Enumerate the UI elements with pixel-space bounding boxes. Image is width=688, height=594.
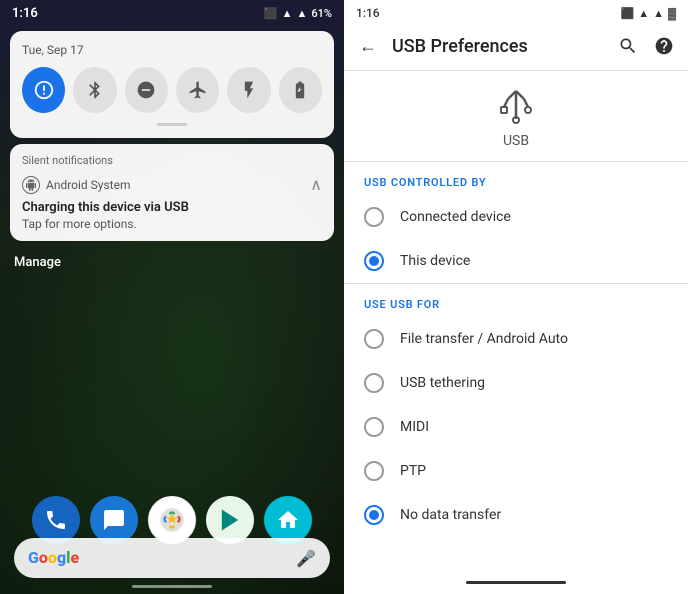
messages-app-icon[interactable] xyxy=(90,496,138,544)
this-device-label: This device xyxy=(400,253,470,269)
time-left: 1:16 xyxy=(12,6,38,21)
cast-icon-right: ⬛ xyxy=(620,7,634,20)
option-file-transfer[interactable]: File transfer / Android Auto xyxy=(344,317,688,361)
status-bar-right: 1:16 ⬛ ▲ ▲ ▓ xyxy=(344,0,688,24)
quick-settings-card: Tue, Sep 17 xyxy=(10,31,334,138)
top-actions xyxy=(612,30,680,62)
ptp-label: PTP xyxy=(400,463,426,479)
photos-app-icon[interactable] xyxy=(148,496,196,544)
google-logo: Google xyxy=(28,550,79,566)
help-button[interactable] xyxy=(648,30,680,62)
airplane-tile[interactable] xyxy=(176,67,219,113)
home-indicator-left xyxy=(132,585,212,588)
radio-no-data-transfer-fill xyxy=(369,510,379,520)
midi-label: MIDI xyxy=(400,419,429,435)
notif-title: Charging this device via USB xyxy=(22,200,322,215)
android-icon xyxy=(22,176,40,194)
usb-symbol-icon xyxy=(496,87,536,127)
phone-app-icon[interactable] xyxy=(32,496,80,544)
radio-ptp[interactable] xyxy=(364,461,384,481)
search-button[interactable] xyxy=(612,30,644,62)
wifi-icon: ▲ xyxy=(282,7,293,20)
section-use-for-label: USE USB FOR xyxy=(344,284,688,317)
wifi-tile[interactable] xyxy=(22,67,65,113)
signal-icon-right: ▲ xyxy=(653,7,664,20)
battery-icon-right: ▓ xyxy=(668,7,676,20)
section-controlled-label: USB CONTROLLED BY xyxy=(344,162,688,195)
connected-device-label: Connected device xyxy=(400,209,511,225)
dnd-tile[interactable] xyxy=(125,67,168,113)
search-bar[interactable]: Google 🎤 xyxy=(14,538,330,578)
notif-collapse-icon[interactable]: ∧ xyxy=(310,175,322,194)
notif-app-name: Android System xyxy=(46,178,131,192)
no-data-transfer-label: No data transfer xyxy=(400,507,501,523)
notifications-card: Silent notifications Android System ∧ Ch… xyxy=(10,144,334,241)
right-panel: 1:16 ⬛ ▲ ▲ ▓ ← USB Preferences xyxy=(344,0,688,594)
home-indicator-right xyxy=(344,573,688,594)
app-dock xyxy=(32,496,312,544)
notif-subtitle: Tap for more options. xyxy=(22,217,322,231)
status-icons-left: ⬛ ▲ ▲ 61% xyxy=(264,7,332,20)
radio-usb-tethering[interactable] xyxy=(364,373,384,393)
status-icons-right: ⬛ ▲ ▲ ▓ xyxy=(620,7,676,20)
cast-icon: ⬛ xyxy=(264,7,278,20)
mic-icon[interactable]: 🎤 xyxy=(296,549,316,568)
signal-icon: ▲ xyxy=(297,7,308,20)
option-connected-device[interactable]: Connected device xyxy=(344,195,688,239)
option-usb-tethering[interactable]: USB tethering xyxy=(344,361,688,405)
home-app-icon[interactable] xyxy=(264,496,312,544)
notif-app: Android System xyxy=(22,176,131,194)
option-no-data-transfer[interactable]: No data transfer xyxy=(344,493,688,537)
battery-saver-tile[interactable] xyxy=(279,67,322,113)
bluetooth-tile[interactable] xyxy=(73,67,116,113)
notifications-header: Silent notifications xyxy=(22,154,322,167)
status-bar-left: 1:16 ⬛ ▲ ▲ 61% xyxy=(0,0,344,27)
radio-midi[interactable] xyxy=(364,417,384,437)
usb-label: USB xyxy=(503,133,529,149)
flashlight-tile[interactable] xyxy=(227,67,270,113)
manage-button[interactable]: Manage xyxy=(0,247,344,278)
option-midi[interactable]: MIDI xyxy=(344,405,688,449)
usb-section: USB xyxy=(344,71,688,161)
date-display: Tue, Sep 17 xyxy=(22,43,322,57)
wifi-icon-right: ▲ xyxy=(638,7,649,20)
option-ptp[interactable]: PTP xyxy=(344,449,688,493)
quick-tiles xyxy=(22,67,322,113)
radio-connected-device[interactable] xyxy=(364,207,384,227)
notif-row: Android System ∧ xyxy=(22,175,322,194)
drag-handle xyxy=(157,123,187,126)
battery-icon: 61% xyxy=(311,7,332,20)
radio-file-transfer[interactable] xyxy=(364,329,384,349)
home-bar xyxy=(466,581,566,584)
top-bar: ← USB Preferences xyxy=(344,24,688,70)
page-title: USB Preferences xyxy=(392,36,604,57)
time-right: 1:16 xyxy=(356,6,380,20)
radio-this-device[interactable] xyxy=(364,251,384,271)
left-panel: 1:16 ⬛ ▲ ▲ 61% Tue, Sep 17 xyxy=(0,0,344,594)
file-transfer-label: File transfer / Android Auto xyxy=(400,331,568,347)
usb-tethering-label: USB tethering xyxy=(400,375,485,391)
back-button[interactable]: ← xyxy=(352,30,384,62)
radio-no-data-transfer[interactable] xyxy=(364,505,384,525)
play-app-icon[interactable] xyxy=(206,496,254,544)
option-this-device[interactable]: This device xyxy=(344,239,688,283)
radio-this-device-fill xyxy=(369,256,379,266)
